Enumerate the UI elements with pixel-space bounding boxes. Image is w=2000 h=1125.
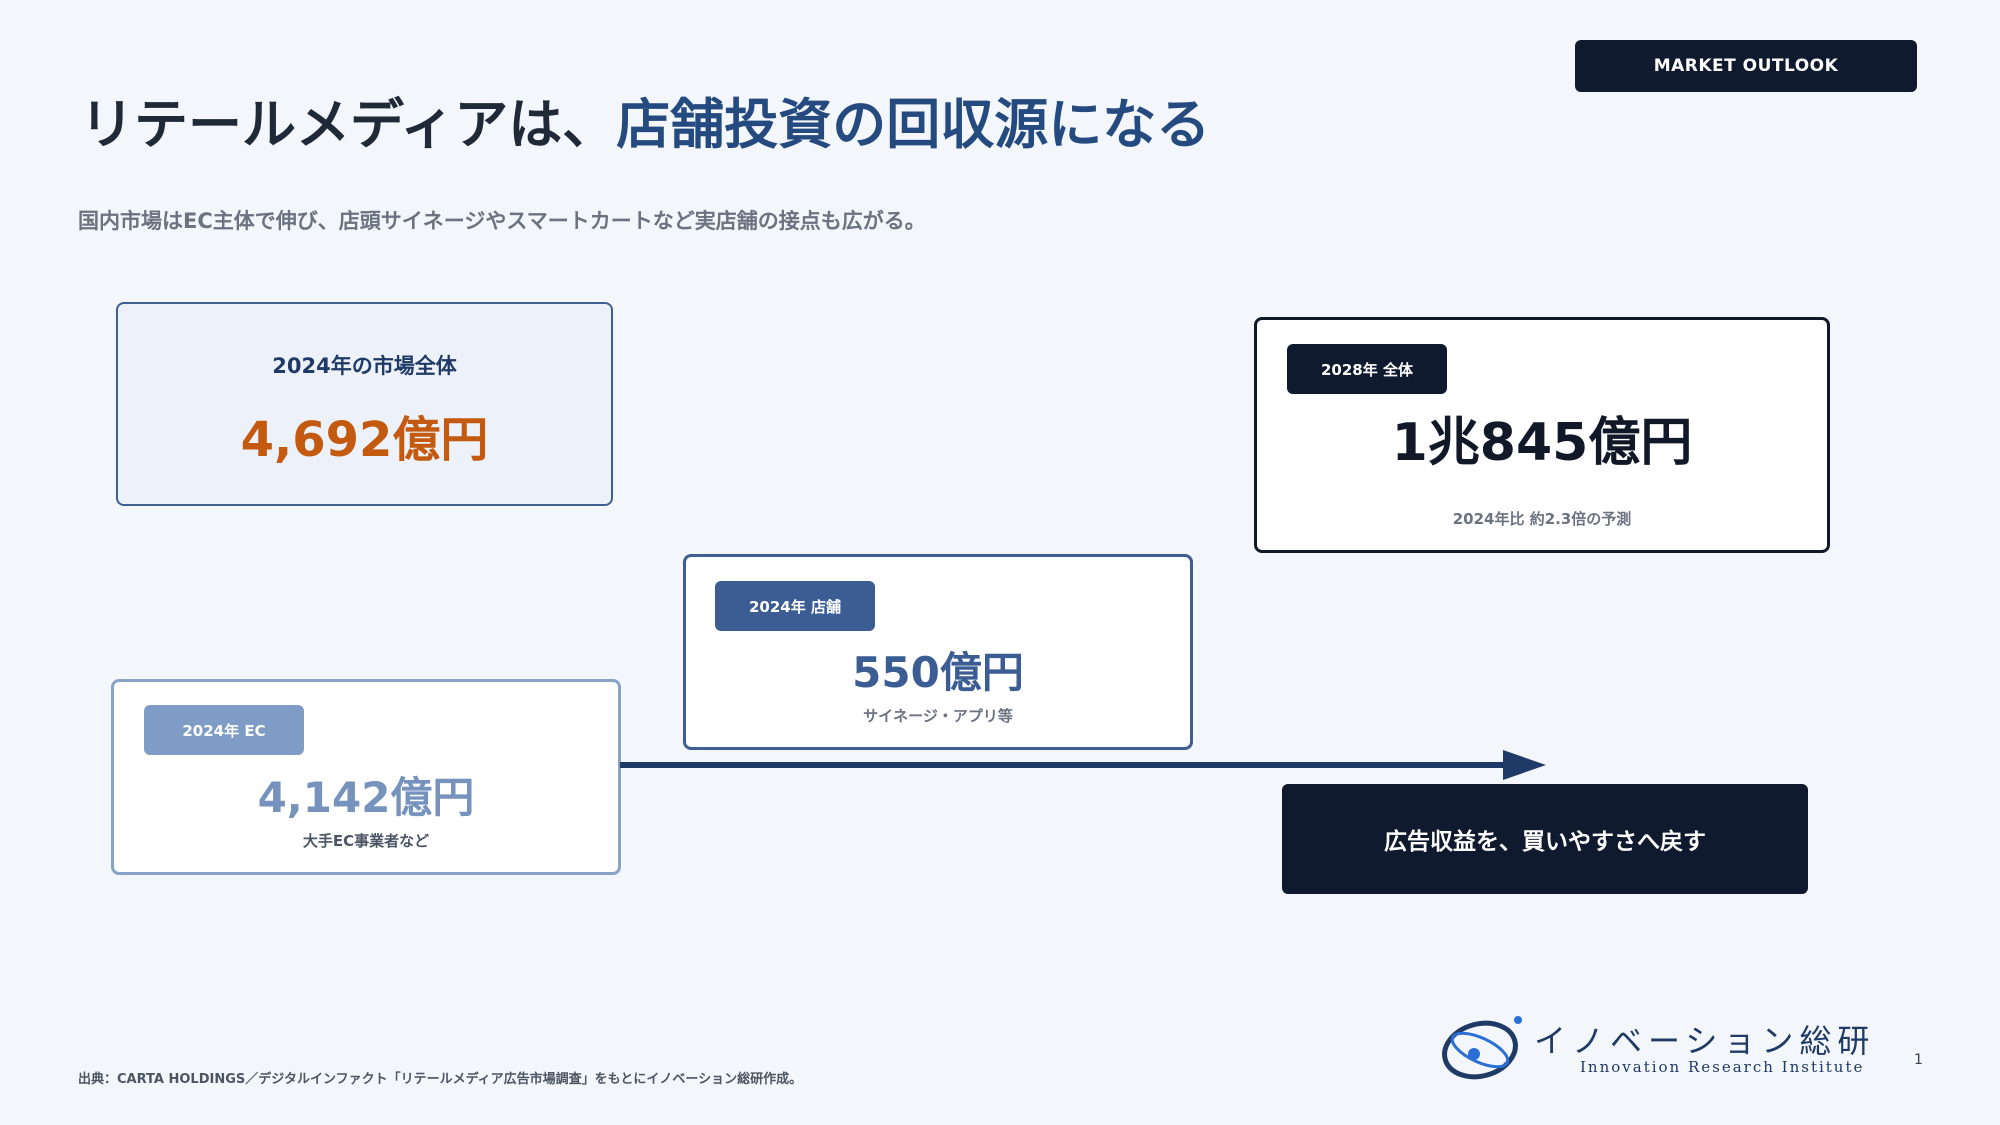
source-note: 出典：CARTA HOLDINGS／デジタルインファクト「リテールメディア広告市… — [78, 1072, 803, 1087]
title-plain: リテールメディアは、 — [80, 93, 617, 156]
logo-orbit-icon — [1442, 1016, 1522, 1080]
card-ec-note: 大手EC事業者など — [302, 832, 430, 850]
card-total-2024: 2024年の市場全体 4,692億円 — [116, 302, 613, 506]
card-store-2024: 2024年 店舗 550億円 サイネージ・アプリ等 — [683, 554, 1193, 750]
card-total-2024-label: 2024年の市場全体 — [272, 354, 457, 378]
page-subtitle: 国内市場はEC主体で伸び、店頭サイネージやスマートカートなど実店舗の接点も広がる… — [78, 209, 926, 233]
card-total-2024-value: 4,692億円 — [240, 412, 489, 468]
callout-box: 広告収益を、買いやすさへ戻す — [1282, 784, 1808, 894]
card-ec-value: 4,142億円 — [257, 773, 475, 822]
card-store-value: 550億円 — [852, 648, 1024, 697]
card-store-pill: 2024年 店舗 — [715, 581, 875, 631]
market-outlook-badge: MARKET OUTLOOK — [1575, 40, 1917, 92]
card-2028-note: 2024年比 約2.3倍の予測 — [1452, 510, 1632, 528]
card-ec-pill: 2024年 EC — [144, 705, 304, 755]
growth-arrow-icon — [620, 750, 1546, 780]
card-2028-pill: 2028年 全体 — [1287, 344, 1447, 394]
logo-text-jp: イノベーション総研 — [1534, 1022, 1876, 1060]
card-2028-value: 1兆845億円 — [1391, 413, 1693, 473]
page-number: 1 — [1914, 1052, 1923, 1068]
card-ec-2024: 2024年 EC 4,142億円 大手EC事業者など — [111, 679, 621, 875]
card-total-2028: 2028年 全体 1兆845億円 2024年比 約2.3倍の予測 — [1254, 317, 1830, 553]
logo-text-en: Innovation Research Institute — [1580, 1058, 1865, 1076]
title-accent: 店舗投資の回収源になる — [616, 93, 1211, 156]
card-store-note: サイネージ・アプリ等 — [863, 707, 1013, 725]
page-title: リテールメディアは、店舗投資の回収源になる — [80, 80, 1210, 159]
